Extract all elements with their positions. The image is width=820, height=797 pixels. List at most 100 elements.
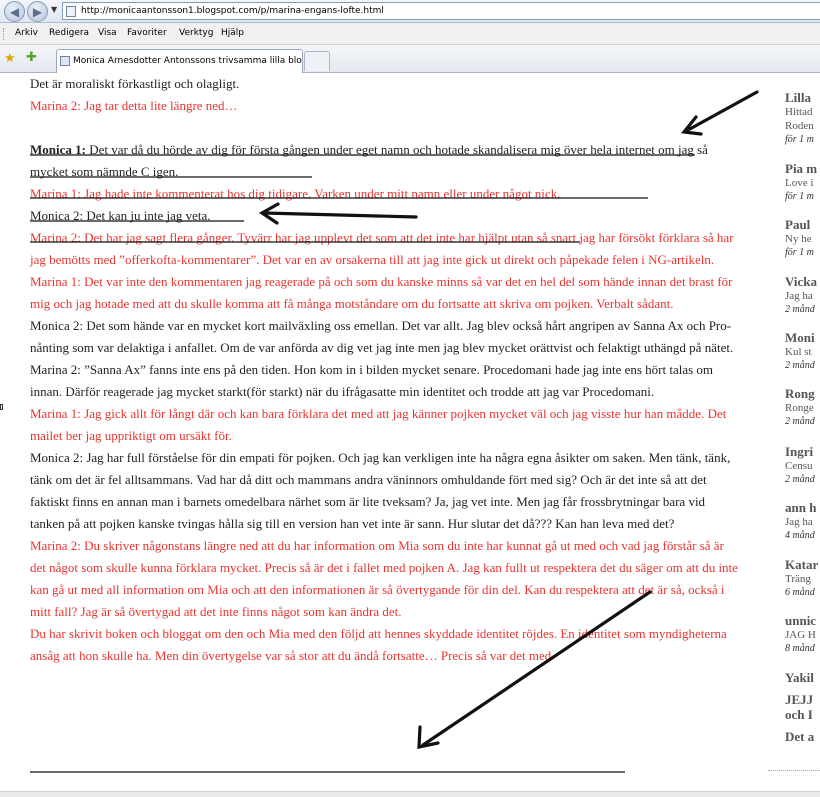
comment-paragraph: Monica 2: Det kan ju inte jag veta. <box>30 205 742 227</box>
recent-comment-item[interactable]: JEJJ <box>785 692 820 707</box>
resize-handle <box>0 404 3 410</box>
comment-snippet: Jag ha <box>785 516 813 528</box>
recent-comments-sidebar: Lilla Hittad Roden för 1 m Pia m Love i för 1 … <box>768 73 820 797</box>
comment-author[interactable]: och I <box>785 707 820 722</box>
paragraph-text: Marina 2: Jag tar detta lite längre ned… <box>30 98 238 113</box>
paragraph-text: Marina 1: Det var inte den kommentaren j… <box>30 274 733 311</box>
menu-favoriter[interactable]: Favoriter <box>127 28 167 38</box>
comment-snippet: Censu <box>785 460 813 472</box>
comment-paragraph: Marina 2: Jag tar detta lite längre ned… <box>30 95 742 117</box>
comment-author[interactable]: Det a <box>785 729 820 744</box>
paragraph-text: Marina 2: ”Sanna Ax” fanns inte ens på d… <box>30 362 714 399</box>
speaker-label: Monica 1: <box>30 142 86 157</box>
comment-time: 2 månd <box>785 304 815 315</box>
paragraph-text: Marina 2: Du skriver någonstans längre n… <box>30 538 738 619</box>
recent-comment-item[interactable]: Katar Träng 6 månd <box>785 557 820 600</box>
recent-comment-item[interactable]: Vicka Jag ha 2 månd <box>785 274 820 317</box>
comment-author[interactable]: Yakil <box>785 670 820 685</box>
comment-snippet: Ny he <box>785 233 812 245</box>
new-tab-button[interactable] <box>304 51 330 71</box>
comment-author[interactable]: unnic <box>785 613 820 628</box>
comment-snippet: Kul st <box>785 346 812 358</box>
comment-snippet: Roden <box>785 120 814 132</box>
tab-bar: ★ ✚ Monica Arnesdotter Antonssons trivsa… <box>0 45 820 73</box>
paragraph-text: Monica 2: Jag har full förståelse för di… <box>30 450 731 531</box>
comment-time: 4 månd <box>785 530 815 541</box>
url-input[interactable]: http://monicaantonsson1.blogspot.com/p/m… <box>62 2 820 20</box>
comment-paragraph: Monica 2: Jag har full förståelse för di… <box>30 447 742 535</box>
comment-paragraph: Det är moraliskt förkastligt och olaglig… <box>30 73 742 95</box>
paragraph-text: Monica 2: Det kan ju inte jag veta. <box>30 208 211 223</box>
comment-paragraph: Marina 1: Det var inte den kommentaren j… <box>30 271 742 315</box>
tab-title: Monica Arnesdotter Antonssons trivsamma … <box>73 56 303 66</box>
comment-snippet: Jag ha <box>785 290 813 302</box>
recent-comment-item[interactable]: Pia m Love i för 1 m <box>785 161 820 204</box>
comment-paragraph: Marina 2: Du skriver någonstans längre n… <box>30 535 742 623</box>
paragraph-text: Det är moraliskt förkastligt och olaglig… <box>30 76 240 91</box>
recent-comment-item[interactable]: unnic JAG H 8 månd <box>785 613 820 656</box>
comment-author[interactable]: Rong <box>785 386 820 401</box>
comment-time: för 1 m <box>785 134 814 145</box>
comment-author[interactable]: Vicka <box>785 274 820 289</box>
comment-paragraph <box>30 117 742 139</box>
recent-comment-item[interactable]: Ingri Censu 2 månd <box>785 444 820 487</box>
menu-redigera[interactable]: Redigera <box>49 28 89 38</box>
menu-arkiv[interactable]: Arkiv <box>15 28 38 38</box>
comment-time: 6 månd <box>785 587 815 598</box>
comment-author[interactable]: JEJJ <box>785 692 820 707</box>
comment-time: för 1 m <box>785 247 814 258</box>
recent-comment-item[interactable]: och I <box>785 707 820 722</box>
star-icon[interactable]: ★ <box>4 51 16 66</box>
comment-snippet: Hittad <box>785 106 813 118</box>
comment-time: 2 månd <box>785 360 815 371</box>
chevron-down-icon[interactable]: ▼ <box>51 5 57 14</box>
paragraph-text: Det var då du hörde av dig för första gå… <box>30 142 708 179</box>
comment-snippet: JAG H <box>785 629 816 641</box>
back-arrow-icon[interactable]: ◀ <box>4 1 25 22</box>
comment-time: 2 månd <box>785 416 815 427</box>
comment-author[interactable]: Lilla <box>785 90 820 105</box>
recent-comment-item[interactable]: Lilla Hittad Roden för 1 m <box>785 90 820 147</box>
recent-comment-item[interactable]: ann h Jag ha 4 månd <box>785 500 820 543</box>
blog-post-body: Det är moraliskt förkastligt och olaglig… <box>30 73 742 667</box>
forward-arrow-icon[interactable]: ▶ <box>27 1 48 22</box>
comment-author[interactable]: Ingri <box>785 444 820 459</box>
comment-paragraph: Marina 1: Jag hade inte kommenterat hos … <box>30 183 742 205</box>
menu-visa[interactable]: Visa <box>98 28 117 38</box>
comment-author[interactable]: Pia m <box>785 161 820 176</box>
comment-author[interactable]: Moni <box>785 330 820 345</box>
recent-comment-item[interactable]: Rong Ronge 2 månd <box>785 386 820 429</box>
menu-hjalp[interactable]: Hjälp <box>221 28 244 38</box>
paragraph-text: Marina 1: Jag hade inte kommenterat hos … <box>30 186 561 201</box>
comment-paragraph: Marina 2: Det har jag sagt flera gånger.… <box>30 227 742 271</box>
paragraph-text: Marina 1: Jag gick allt för långt där oc… <box>30 406 727 443</box>
comment-paragraph: Monica 2: Det som hände var en mycket ko… <box>30 315 742 359</box>
address-bar: ◀ ▶ ▼ http://monicaantonsson1.blogspot.c… <box>0 0 820 23</box>
toolbar-grip <box>3 28 6 40</box>
comment-author[interactable]: ann h <box>785 500 820 515</box>
url-text: http://monicaantonsson1.blogspot.com/p/m… <box>81 6 384 16</box>
comment-time: 8 månd <box>785 643 815 654</box>
comment-author[interactable]: Katar <box>785 557 820 572</box>
comment-time: 2 månd <box>785 474 815 485</box>
comment-snippet: Ronge <box>785 402 814 414</box>
page-icon <box>60 56 70 66</box>
comment-paragraph: Marina 2: ”Sanna Ax” fanns inte ens på d… <box>30 359 742 403</box>
comment-paragraph: Marina 1: Jag gick allt för långt där oc… <box>30 403 742 447</box>
recent-comment-item[interactable]: Paul Ny he för 1 m <box>785 217 820 260</box>
comment-paragraph: Monica 1: Det var då du hörde av dig för… <box>30 139 742 183</box>
comment-paragraph: Du har skrivit boken och bloggat om den … <box>30 623 742 667</box>
comment-time: för 1 m <box>785 191 814 202</box>
arrow-head <box>417 725 440 749</box>
tab-active[interactable]: Monica Arnesdotter Antonssons trivsamma … <box>56 49 303 73</box>
page-icon <box>66 6 76 17</box>
add-favorite-icon[interactable]: ✚ <box>26 50 37 65</box>
recent-comment-item[interactable]: Det a <box>785 729 820 744</box>
divider <box>768 770 820 771</box>
menu-bar: Arkiv Redigera Visa Favoriter Verktyg Hj… <box>0 23 820 45</box>
paragraph-text: Marina 2: Det har jag sagt flera gånger.… <box>30 230 734 267</box>
recent-comment-item[interactable]: Moni Kul st 2 månd <box>785 330 820 373</box>
comment-author[interactable]: Paul <box>785 217 820 232</box>
menu-verktyg[interactable]: Verktyg <box>179 28 213 38</box>
recent-comment-item[interactable]: Yakil <box>785 670 820 685</box>
